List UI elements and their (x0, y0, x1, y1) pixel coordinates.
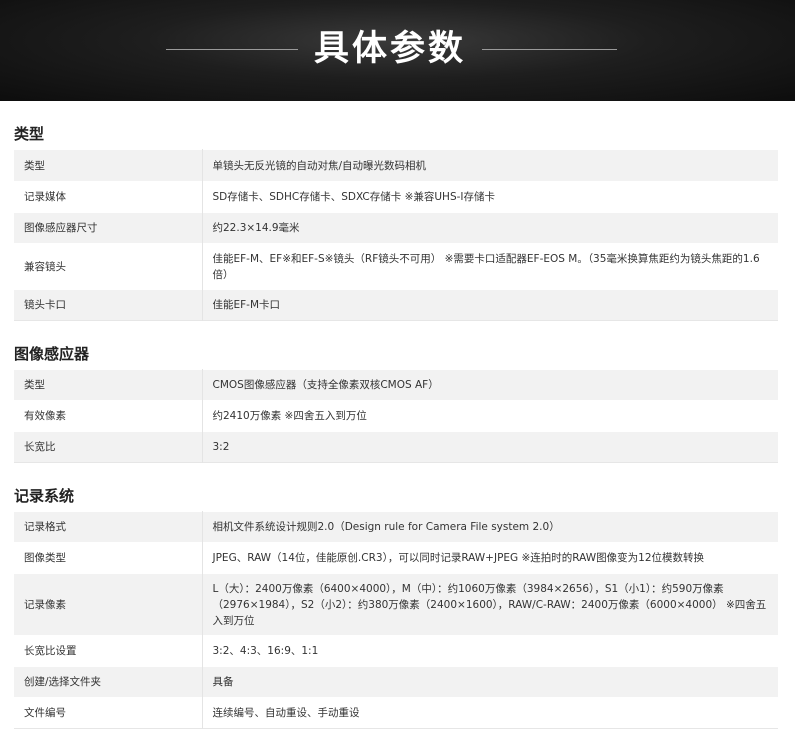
spec-value: 约2410万像素 ※四舍五入到万位 (202, 400, 778, 432)
section-title-recording: 记录系统 (14, 487, 75, 505)
spec-table-sensor: 类型 CMOS图像感应器（支持全像素双核CMOS AF） 有效像素 约2410万… (14, 369, 778, 463)
spec-value: L（大）：2400万像素（6400×4000），M（中）：约1060万像素（39… (202, 573, 778, 636)
table-row: 长宽比 3:2 (14, 431, 778, 463)
table-row: 长宽比设置 3:2、4:3、16:9、1:1 (14, 635, 778, 667)
spec-key: 类型 (14, 369, 203, 401)
spec-key: 记录格式 (14, 511, 203, 543)
spec-key: 长宽比 (14, 431, 203, 463)
spec-value: JPEG、RAW（14位，佳能原创.CR3），可以同时记录RAW+JPEG ※连… (202, 542, 778, 574)
table-row: 类型 单镜头无反光镜的自动对焦/自动曝光数码相机 (14, 149, 778, 182)
spec-key: 长宽比设置 (14, 635, 203, 667)
table-row: 记录像素 L（大）：2400万像素（6400×4000），M（中）：约1060万… (14, 573, 778, 636)
spec-value: 3:2 (202, 431, 778, 463)
spec-key: 记录媒体 (14, 181, 203, 213)
spec-value: 佳能EF-M卡口 (202, 289, 778, 321)
spec-key: 兼容镜头 (14, 243, 203, 290)
table-row: 兼容镜头 佳能EF-M、EF※和EF-S※镜头（RF镜头不可用） ※需要卡口适配… (14, 243, 778, 290)
table-row: 镜头卡口 佳能EF-M卡口 (14, 289, 778, 321)
page-title: 具体参数 (313, 29, 466, 69)
table-row: 有效像素 约2410万像素 ※四舍五入到万位 (14, 400, 778, 432)
header-banner: 具体参数 (0, 0, 795, 101)
spec-key: 镜头卡口 (14, 289, 203, 321)
spec-key: 有效像素 (14, 400, 203, 432)
table-row: 图像类型 JPEG、RAW（14位，佳能原创.CR3），可以同时记录RAW+JP… (14, 542, 778, 574)
spec-value: 约22.3×14.9毫米 (202, 212, 778, 244)
spec-key: 类型 (14, 149, 203, 182)
table-row: 文件编号 连续编号、自动重设、手动重设 (14, 697, 778, 729)
spec-key: 文件编号 (14, 697, 203, 729)
spec-key: 记录像素 (14, 573, 203, 636)
table-row: 图像感应器尺寸 约22.3×14.9毫米 (14, 212, 778, 244)
spec-value: 相机文件系统设计规则2.0（Design rule for Camera Fil… (202, 511, 778, 543)
spec-value: 连续编号、自动重设、手动重设 (202, 697, 778, 729)
spec-value: 3:2、4:3、16:9、1:1 (202, 635, 778, 667)
spec-table-recording: 记录格式 相机文件系统设计规则2.0（Design rule for Camer… (14, 511, 778, 729)
spec-value: CMOS图像感应器（支持全像素双核CMOS AF） (202, 369, 778, 401)
spec-value: 佳能EF-M、EF※和EF-S※镜头（RF镜头不可用） ※需要卡口适配器EF-E… (202, 243, 778, 290)
banner-divider-left (166, 49, 298, 50)
section-title-sensor: 图像感应器 (14, 345, 90, 363)
table-row: 记录格式 相机文件系统设计规则2.0（Design rule for Camer… (14, 511, 778, 543)
spec-key: 图像类型 (14, 542, 203, 574)
spec-value: 单镜头无反光镜的自动对焦/自动曝光数码相机 (202, 149, 778, 182)
spec-key: 图像感应器尺寸 (14, 212, 203, 244)
table-row: 类型 CMOS图像感应器（支持全像素双核CMOS AF） (14, 369, 778, 401)
spec-key: 创建/选择文件夹 (14, 666, 203, 698)
spec-value: 具备 (202, 666, 778, 698)
banner-divider-right (482, 49, 617, 50)
spec-table-type: 类型 单镜头无反光镜的自动对焦/自动曝光数码相机 记录媒体 SD存储卡、SDHC… (14, 149, 778, 321)
spec-value: SD存储卡、SDHC存储卡、SDXC存储卡 ※兼容UHS-I存储卡 (202, 181, 778, 213)
section-title-type: 类型 (14, 125, 45, 143)
table-row: 创建/选择文件夹 具备 (14, 666, 778, 698)
table-row: 记录媒体 SD存储卡、SDHC存储卡、SDXC存储卡 ※兼容UHS-I存储卡 (14, 181, 778, 213)
